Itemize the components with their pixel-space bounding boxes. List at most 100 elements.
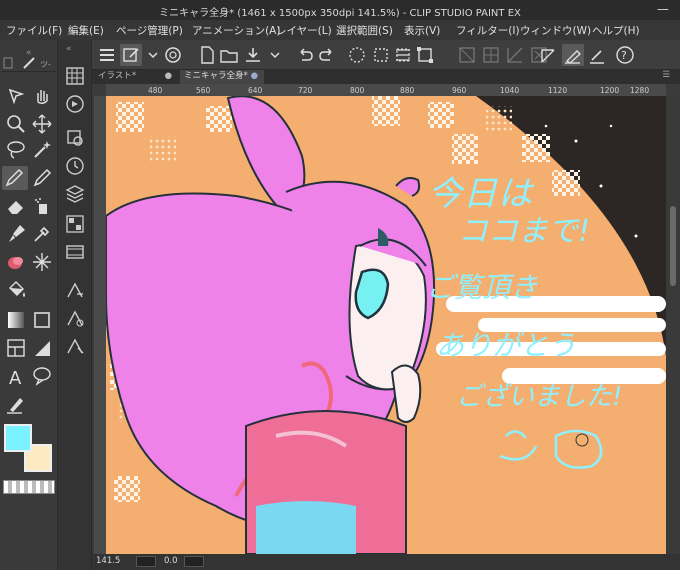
tab-menu-icon[interactable]: ☰ — [662, 70, 670, 80]
ruler-tool-icon[interactable] — [30, 336, 54, 360]
eyedropper-tool-icon[interactable] — [30, 222, 54, 246]
menu-bar: ファイル(F) 編集(E) ページ管理(P) アニメーション(A) レイヤー(L… — [0, 20, 680, 40]
main-color-front[interactable] — [4, 424, 32, 452]
text-tool-icon[interactable]: A — [4, 364, 28, 389]
clip-studio-icon[interactable] — [162, 44, 184, 66]
menu-icon[interactable] — [96, 44, 118, 66]
magic-wand-icon[interactable] — [30, 138, 54, 162]
menu-filter[interactable]: フィルター(I) — [456, 23, 520, 38]
save-icon[interactable] — [242, 44, 264, 66]
snap-icon-2[interactable] — [480, 44, 502, 66]
transparent-color-swatch[interactable] — [3, 480, 55, 494]
deselect-icon[interactable] — [370, 44, 392, 66]
pen-tool-icon[interactable] — [2, 166, 28, 190]
brush-size-icon[interactable] — [63, 306, 87, 330]
document-tabs: イラスト* ● ミニキャラ全身* ● ☰ — [92, 70, 680, 84]
snap-icon-3[interactable] — [504, 44, 526, 66]
menu-window[interactable]: ウィンドウ(W) — [520, 23, 591, 38]
snap-pen-icon[interactable] — [586, 44, 608, 66]
zoom-value[interactable]: 141.5 — [96, 556, 120, 566]
menu-layer[interactable]: レイヤー(L) — [276, 23, 332, 38]
lasso-tool-icon[interactable] — [4, 138, 28, 162]
close-icon-active[interactable]: ● — [251, 70, 258, 83]
handwriting-line-3: ご覧頂き — [426, 271, 539, 304]
svg-text:?: ? — [621, 49, 627, 62]
balloon-tool-icon[interactable] — [30, 364, 54, 388]
menu-view[interactable]: 表示(V) — [404, 23, 440, 38]
vertical-scrollbar[interactable] — [666, 96, 680, 554]
handwriting-line-2: ココまで! — [458, 214, 591, 249]
menu-selection[interactable]: 選択範囲(S) — [336, 23, 393, 38]
animation-panel-icon[interactable] — [63, 240, 87, 264]
chevron-down-icon[interactable] — [142, 44, 158, 66]
menu-animation[interactable]: アニメーション(A) — [192, 23, 280, 38]
vertical-ruler — [94, 96, 106, 554]
open-file-icon[interactable] — [218, 44, 240, 66]
blend-tool-icon[interactable] — [4, 250, 28, 274]
frame-border-icon[interactable] — [4, 336, 28, 360]
tab-illust[interactable]: イラスト* ● — [94, 70, 178, 84]
title-bar: ミニキャラ全身* (1461 x 1500px 350dpi 141.5%) -… — [0, 0, 680, 20]
snap-icon-1[interactable] — [456, 44, 478, 66]
brush-tool-icon[interactable] — [4, 222, 28, 246]
status-bar: 141.5 0.0 — [92, 554, 680, 570]
handwriting-line-5: ございました! — [456, 382, 623, 412]
decoration-tool-icon[interactable] — [30, 250, 54, 274]
canvas-edit-icon[interactable] — [120, 44, 142, 66]
chevron-down-icon-2[interactable] — [264, 44, 280, 66]
new-file-icon[interactable] — [196, 44, 218, 66]
ruler-label: 480 — [148, 86, 163, 95]
tool-palette-header: « — [0, 42, 58, 58]
zoom-tool-icon[interactable] — [4, 112, 28, 136]
zoom-field[interactable] — [136, 556, 156, 567]
close-icon[interactable]: ● — [165, 70, 172, 83]
hand-tool-icon[interactable] — [30, 84, 54, 108]
ruler-label: 1280 — [630, 86, 650, 95]
horizontal-ruler: 480 560 640 720 800 880 960 1040 1120 12… — [106, 84, 666, 96]
ruler-label: 960 — [452, 86, 467, 95]
scroll-thumb[interactable] — [670, 206, 676, 286]
command-bar: ? — [92, 40, 680, 70]
sub-tool-column: « — [58, 40, 92, 570]
material-panel-icon[interactable] — [63, 212, 87, 236]
airbrush-tool-icon[interactable] — [30, 194, 54, 218]
ruler-snap-icon[interactable] — [538, 44, 560, 66]
help-icon[interactable]: ? — [614, 44, 636, 66]
redo-icon[interactable] — [316, 44, 338, 66]
eraser-tool-icon[interactable] — [4, 194, 28, 218]
collapse-icon[interactable]: « — [66, 44, 72, 54]
figure-tool-icon[interactable] — [30, 308, 54, 332]
navigator-panel-icon[interactable] — [63, 64, 87, 88]
transform-icon[interactable] — [414, 44, 436, 66]
pencil-tool-icon[interactable] — [30, 166, 54, 190]
tool-property-icon[interactable] — [63, 334, 87, 358]
tab-mini-chara[interactable]: ミニキャラ全身* ● — [180, 70, 264, 84]
minimize-icon[interactable]: — — [646, 0, 680, 20]
sub-tool-detail-icon[interactable] — [63, 278, 87, 302]
rotation-value[interactable]: 0.0 — [164, 556, 178, 566]
menu-edit[interactable]: 編集(E) — [68, 23, 104, 38]
rotation-field[interactable] — [184, 556, 204, 567]
snap-brush-icon[interactable] — [562, 44, 584, 66]
history-panel-icon[interactable] — [63, 154, 87, 178]
doodle-face — [499, 429, 603, 469]
undo-icon[interactable] — [294, 44, 316, 66]
artwork — [106, 96, 666, 554]
layer-property-icon[interactable] — [63, 126, 87, 150]
operation-tool-icon[interactable] — [4, 84, 28, 108]
fill-tool-icon[interactable] — [4, 278, 28, 302]
gradient-tool-icon[interactable] — [4, 308, 28, 332]
ruler-label: 1120 — [548, 86, 568, 95]
move-tool-icon[interactable] — [30, 112, 54, 136]
tool-subtab-label: ツ- — [40, 60, 51, 69]
compass-panel-icon[interactable] — [63, 92, 87, 116]
layers-panel-icon[interactable] — [63, 182, 87, 206]
menu-file[interactable]: ファイル(F) — [6, 23, 62, 38]
drawing-canvas[interactable]: 今日は ココまで! ご覧頂き ありがとう ございました! — [106, 96, 666, 554]
correct-line-tool-icon[interactable] — [4, 392, 28, 416]
clear-layer-icon[interactable] — [346, 44, 368, 66]
menu-page[interactable]: ページ管理(P) — [116, 23, 183, 38]
menu-help[interactable]: ヘルプ(H) — [592, 23, 640, 38]
invert-selection-icon[interactable] — [392, 44, 414, 66]
window-title: ミニキャラ全身* (1461 x 1500px 350dpi 141.5%) -… — [159, 8, 521, 19]
